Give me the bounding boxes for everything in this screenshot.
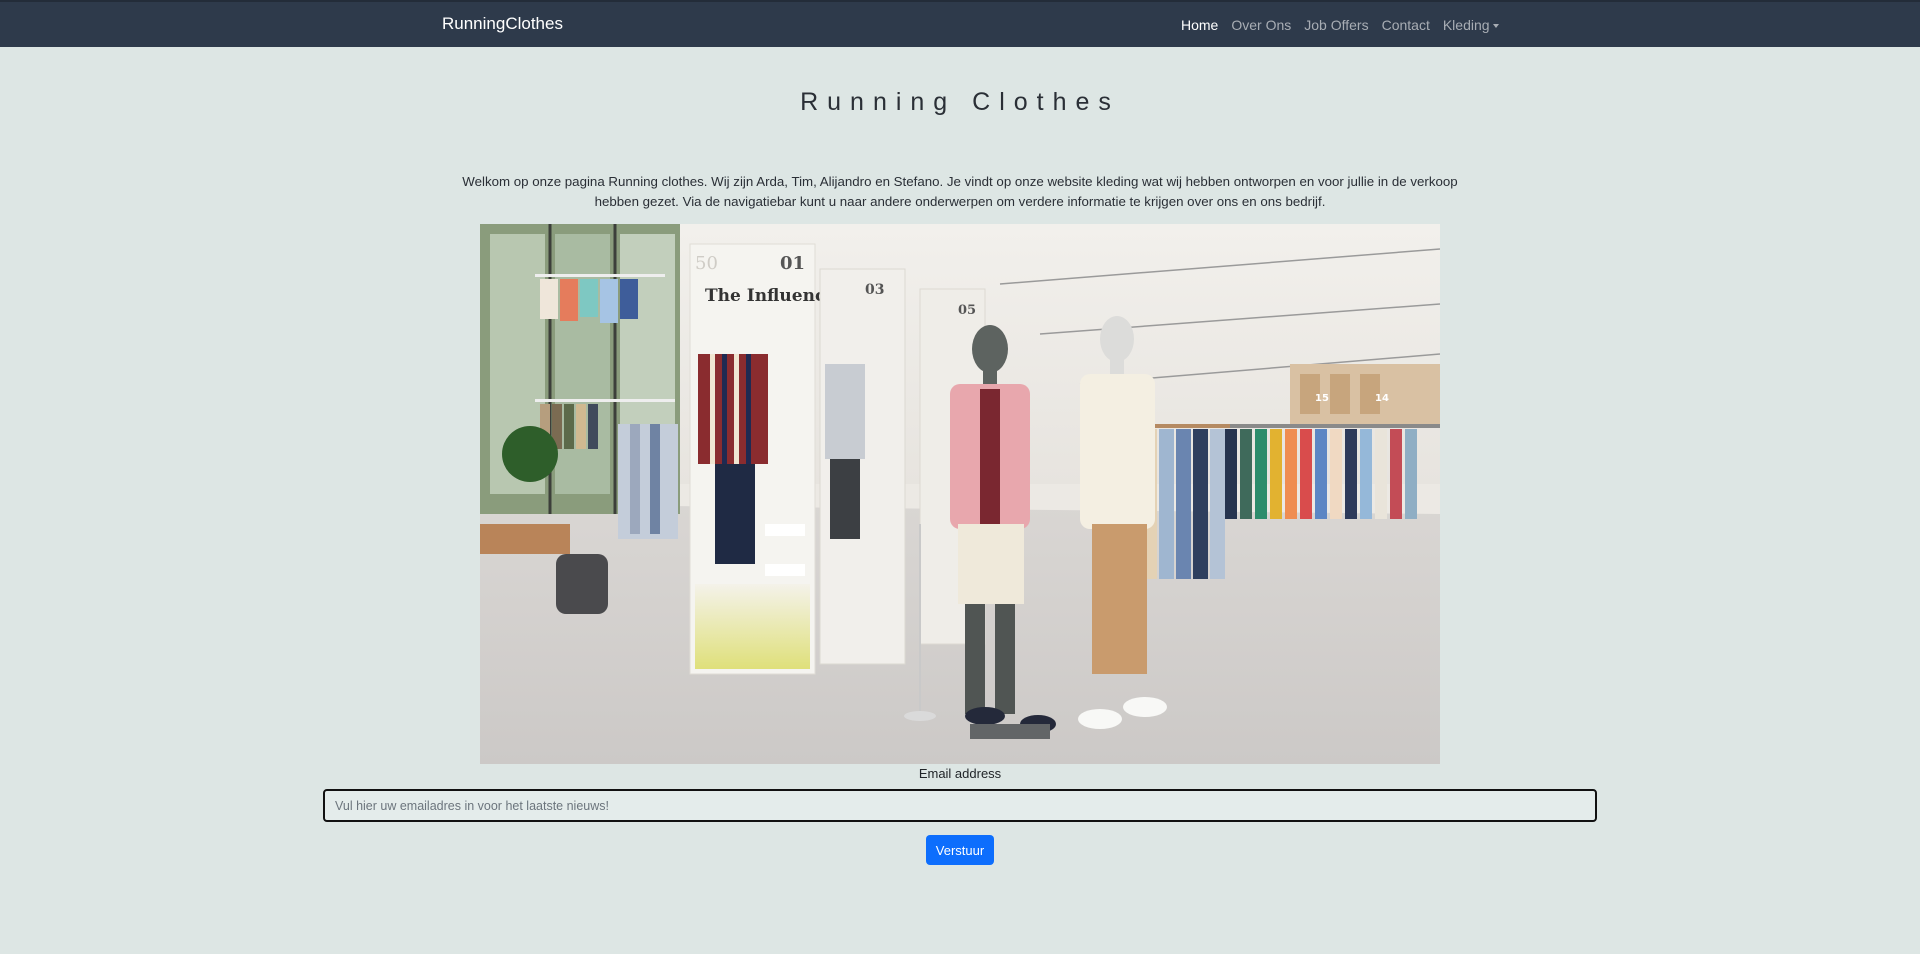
nav-dropdown-kleding[interactable]: Kleding xyxy=(1443,17,1499,33)
brand-link[interactable]: RunningClothes xyxy=(442,14,563,34)
email-input[interactable] xyxy=(323,789,1597,822)
panel-number-50: 50 xyxy=(695,253,718,274)
panel-number-03: 03 xyxy=(865,282,884,298)
top-navbar: RunningClothes Home Over Ons Job Offers … xyxy=(0,0,1920,47)
page-title: Running Clothes xyxy=(800,88,1120,116)
nav-link-contact[interactable]: Contact xyxy=(1382,17,1430,33)
store-interior-illustration: 01 50 The Influencers 03 05 15 14 xyxy=(480,224,1440,764)
nav-links: Home Over Ons Job Offers Contact Kleding xyxy=(1181,17,1512,33)
nav-link-over-ons[interactable]: Over Ons xyxy=(1231,17,1291,33)
store-hero-image: 01 50 The Influencers 03 05 15 14 xyxy=(480,224,1440,764)
submit-button[interactable]: Verstuur xyxy=(926,835,994,865)
intro-paragraph: Welkom op onze pagina Running clothes. W… xyxy=(462,174,1458,209)
nav-dropdown-label: Kleding xyxy=(1442,17,1490,33)
chevron-down-icon xyxy=(1492,24,1499,28)
panel-number-05: 05 xyxy=(958,303,976,318)
aisle-number-14: 14 xyxy=(1375,393,1389,404)
nav-link-job-offers[interactable]: Job Offers xyxy=(1304,17,1368,33)
aisle-number-15: 15 xyxy=(1315,393,1329,404)
nav-link-home[interactable]: Home xyxy=(1181,17,1218,33)
panel-number-01: 01 xyxy=(780,253,805,274)
email-label: Email address xyxy=(918,766,1002,781)
